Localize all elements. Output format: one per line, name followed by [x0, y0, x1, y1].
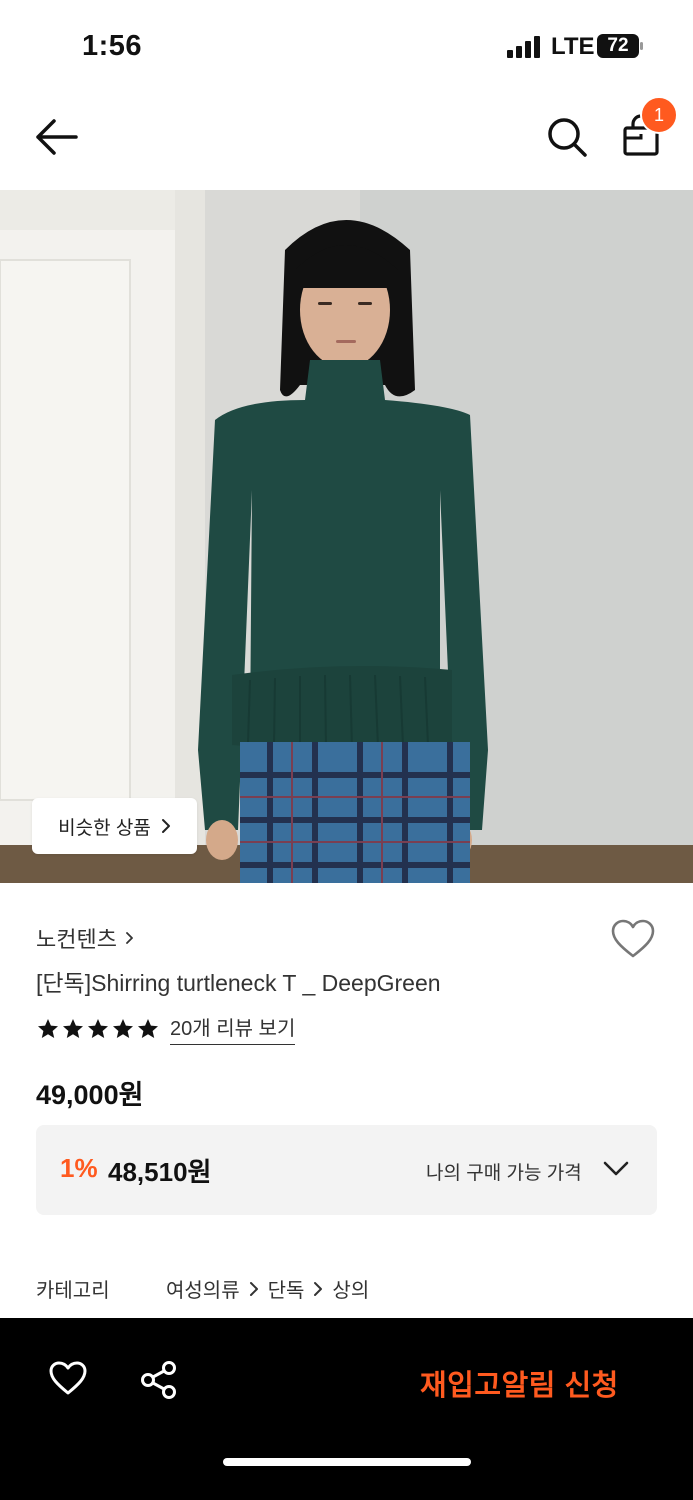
my-price-box[interactable]: 1% 48,510원 나의 구매 가능 가격 — [36, 1125, 657, 1215]
heart-icon[interactable] — [48, 1360, 88, 1396]
chevron-right-icon — [249, 1281, 258, 1296]
similar-products-button[interactable]: 비슷한 상품 — [32, 798, 197, 854]
star-icon — [88, 1018, 108, 1038]
battery-level: 72 — [607, 35, 629, 56]
network-label: LTE — [551, 33, 595, 60]
status-bar: 1:56 LTE 72 — [0, 0, 693, 92]
star-icon — [113, 1018, 133, 1038]
chevron-down-icon[interactable] — [602, 1159, 630, 1179]
star-icon — [138, 1018, 158, 1038]
category-item[interactable]: 상의 — [332, 1274, 369, 1303]
wishlist-heart-icon[interactable] — [610, 918, 656, 960]
rating-row: 20개 리뷰 보기 — [36, 1012, 296, 1045]
restock-alert-button[interactable]: 재입고알림 신청 — [420, 1362, 619, 1404]
home-indicator — [223, 1458, 471, 1466]
category-item[interactable]: 단독 — [268, 1274, 305, 1303]
category-breadcrumb: 카테고리 여성의류 단독 상의 — [36, 1274, 369, 1303]
product-name: [단독]Shirring turtleneck T _ DeepGreen — [36, 970, 441, 996]
product-image[interactable]: 비슷한 상품 — [0, 190, 693, 883]
product-photo — [0, 190, 693, 883]
chevron-right-icon — [126, 932, 133, 944]
discount-percent: 1% — [60, 1153, 98, 1183]
signal-icon — [507, 36, 540, 58]
rating-stars — [36, 1017, 160, 1041]
chevron-right-icon — [161, 819, 170, 833]
review-link[interactable]: 20개 리뷰 보기 — [170, 1012, 296, 1045]
battery-icon: 72 — [597, 34, 643, 58]
my-price: 48,510원 — [108, 1157, 212, 1187]
cart-count-badge[interactable]: 1 — [640, 96, 678, 134]
status-time: 1:56 — [82, 30, 143, 62]
search-icon[interactable] — [545, 115, 589, 159]
top-navigation: 1 — [0, 92, 693, 190]
similar-products-label: 비슷한 상품 — [58, 817, 151, 839]
brand-name: 노컨텐츠 — [36, 927, 117, 952]
my-price-label: 나의 구매 가능 가격 — [426, 1163, 582, 1184]
category-item[interactable]: 여성의류 — [166, 1274, 240, 1303]
bottom-action-bar: 재입고알림 신청 — [0, 1318, 693, 1500]
star-icon — [63, 1018, 83, 1038]
share-icon[interactable] — [140, 1360, 178, 1400]
chevron-right-icon — [314, 1281, 323, 1296]
back-arrow-icon[interactable] — [34, 117, 80, 157]
product-price: 49,000원 — [36, 1080, 144, 1110]
brand-link[interactable]: 노컨텐츠 — [36, 922, 134, 954]
category-label: 카테고리 — [36, 1280, 110, 1302]
star-icon — [38, 1018, 58, 1038]
